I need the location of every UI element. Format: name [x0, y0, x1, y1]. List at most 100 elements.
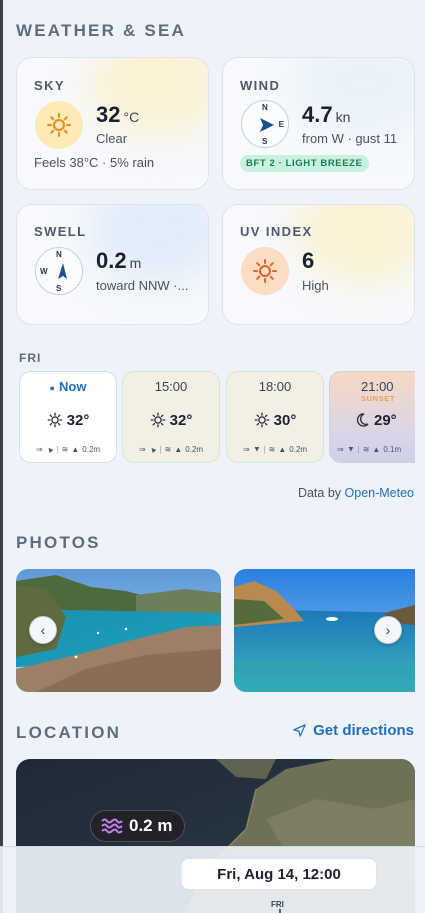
hour-temp: 32° — [20, 412, 116, 429]
hour-temp-value: 29° — [374, 412, 397, 429]
wind-icon: ⇒ — [138, 445, 146, 454]
hour-meta: ⇒ ▲ | ≋ ▲ 0.2m — [227, 445, 323, 454]
map-swell-marker[interactable]: 0.2 m — [90, 810, 186, 842]
wind-speed-unit: kn — [335, 109, 351, 125]
hour-meta: ⇒ ▲ | ≋ ▲ 0.2m — [123, 443, 219, 456]
direction-arrow-icon: ▲ — [174, 445, 183, 454]
credit-prefix: Data by — [297, 486, 342, 500]
waves-icon: ≋ — [61, 445, 69, 454]
sun-icon — [150, 412, 166, 428]
open-meteo-link[interactable]: Open-Meteo — [345, 486, 414, 500]
time-scrubber[interactable]: Fri, Aug 14, 12:00 FRI — [0, 846, 425, 913]
meta-separator: | — [263, 445, 266, 454]
forecast-hour-card[interactable]: ● Now 32° ⇒ ▲ | ≋ ▲ 0.2m — [19, 371, 117, 463]
sky-details: Feels 38°C · 5% rain — [34, 155, 155, 170]
waves-icon: ≋ — [362, 445, 370, 454]
swell-height-value: 0.2 — [96, 248, 127, 273]
sky-temperature: 32 °C — [96, 102, 139, 128]
hour-temp: 29° — [354, 412, 397, 429]
hour-temp-value: 32° — [169, 412, 193, 429]
map-swell-value: 0.2 m — [129, 816, 173, 835]
direction-arrow-icon: ▲ — [146, 443, 159, 456]
hour-time: 15:00 — [154, 379, 188, 394]
location-section-title: LOCATION — [16, 723, 122, 742]
direction-arrow-icon: ▲ — [278, 445, 287, 454]
waves-icon — [101, 818, 123, 834]
sun-icon — [254, 412, 270, 428]
sky-label: SKY — [34, 78, 65, 93]
sun-icon — [47, 412, 63, 428]
timeline-day-marker: FRI — [271, 900, 284, 909]
hour-temp-value: 30° — [273, 412, 297, 429]
direction-arrow-icon: ▲ — [43, 443, 56, 456]
forecast-hour-card[interactable]: 15:00 32° ⇒ ▲ | ≋ ▲ 0.2m — [122, 371, 220, 463]
weather-section-title: WEATHER & SEA — [16, 21, 186, 40]
compass-arrow-icon — [260, 118, 274, 132]
hour-time: 18:00 — [258, 379, 292, 394]
wind-details: from W · gust 11 — [302, 131, 398, 146]
data-credit: Data by Open-Meteo — [298, 486, 414, 500]
navigation-arrow-icon — [293, 724, 306, 737]
sunset-label: SUNSET — [361, 394, 396, 403]
wind-compass: N E S — [241, 100, 289, 148]
sky-condition: Clear — [96, 131, 128, 146]
selected-datetime: Fri, Aug 14, 12:00 — [181, 858, 377, 890]
sun-icon — [241, 247, 289, 295]
direction-arrow-icon: ▲ — [71, 445, 80, 454]
hour-time: ● Now — [20, 379, 116, 394]
hour-swell: 0.1m — [383, 445, 402, 454]
compass-south: S — [262, 137, 268, 146]
swell-details: toward NNW ·... — [96, 278, 189, 293]
hour-meta: ⇒ ▲ | ≋ ▲ 0.1m — [330, 445, 415, 454]
timeline-cursor[interactable] — [279, 909, 281, 913]
wind-icon: ⇒ — [35, 445, 43, 454]
compass-north: N — [56, 250, 62, 259]
meta-separator: | — [159, 445, 162, 454]
compass-arrow-icon — [58, 263, 67, 279]
uv-label: UV INDEX — [240, 224, 313, 239]
hour-swell: 0.2m — [185, 445, 204, 454]
photo-next-button[interactable]: › — [374, 616, 402, 644]
hour-meta: ⇒ ▲ | ≋ ▲ 0.2m — [20, 443, 116, 456]
photo-prev-button[interactable]: ‹ — [29, 616, 57, 644]
hour-swell: 0.2m — [82, 445, 101, 454]
meta-separator: | — [357, 445, 360, 454]
hour-temp-value: 32° — [66, 412, 90, 429]
swell-card: SWELL N W S 0.2 m toward NNW ·... — [16, 204, 209, 325]
waves-icon: ≋ — [164, 445, 172, 454]
uv-level: High — [302, 278, 329, 293]
waves-icon: ≋ — [268, 445, 276, 454]
forecast-hour-card[interactable]: 18:00 30° ⇒ ▲ | ≋ ▲ 0.2m — [226, 371, 324, 463]
get-directions-label: Get directions — [313, 722, 414, 739]
direction-arrow-icon: ▲ — [252, 445, 261, 454]
sky-card: SKY 32 °C Clear Feels 38°C · 5% rain — [16, 57, 209, 190]
forecast-hour-card[interactable]: 21:00 SUNSET 29° ⇒ ▲ | ≋ ▲ 0.1m — [329, 371, 415, 463]
swell-height-unit: m — [129, 255, 142, 271]
uv-value: 6 — [302, 248, 315, 273]
meta-separator: | — [56, 445, 59, 454]
hour-time-text: Now — [58, 379, 87, 394]
wind-speed: 4.7 kn — [302, 102, 350, 128]
sun-icon — [35, 101, 83, 149]
direction-arrow-icon: ▲ — [346, 445, 355, 454]
beaufort-badge: BFT 2 · LIGHT BREEZE — [240, 155, 369, 172]
chevron-left-icon: ‹ — [40, 622, 46, 638]
get-directions-button[interactable]: Get directions — [292, 722, 414, 739]
uv-card: UV INDEX 6 High — [222, 204, 415, 325]
compass-south: S — [56, 284, 62, 293]
wind-icon: ⇒ — [337, 445, 344, 454]
hour-temp: 32° — [123, 412, 219, 429]
forecast-day-label: FRI — [19, 351, 42, 365]
compass-west: W — [40, 267, 48, 276]
hour-swell: 0.2m — [289, 445, 308, 454]
hour-time: 21:00 — [361, 379, 394, 394]
wind-label: WIND — [240, 78, 281, 93]
compass-east: E — [278, 120, 284, 129]
swell-label: SWELL — [34, 224, 87, 239]
wind-speed-value: 4.7 — [302, 102, 333, 127]
wind-card: WIND N E S 4.7 kn from W · gust 11 BFT 2 … — [222, 57, 415, 190]
sky-temp-unit: °C — [123, 109, 140, 125]
compass-north: N — [262, 103, 268, 112]
sky-temp-value: 32 — [96, 102, 121, 127]
swell-height: 0.2 m — [96, 248, 141, 274]
